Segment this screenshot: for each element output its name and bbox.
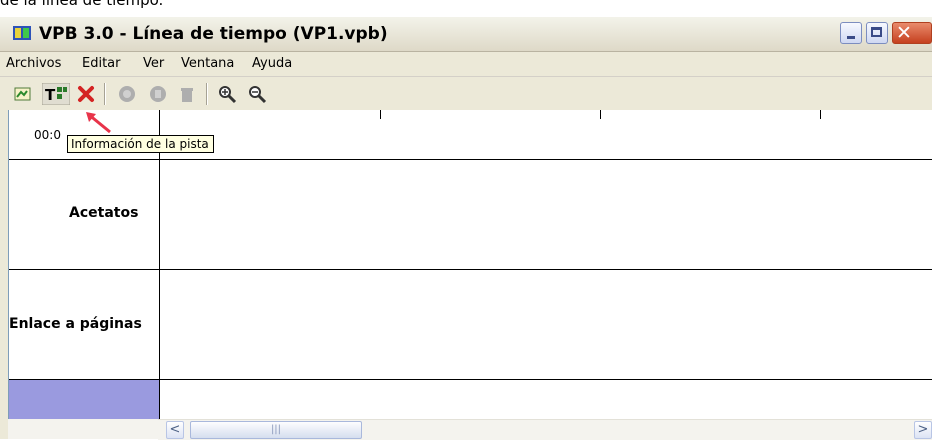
- track-label-enlace[interactable]: Enlace a páginas: [9, 316, 142, 332]
- trash-icon[interactable]: [176, 83, 198, 105]
- close-button[interactable]: ✕: [892, 22, 932, 44]
- ruler-border: [9, 159, 932, 160]
- zoom-in-icon[interactable]: [216, 83, 238, 105]
- menu-ver[interactable]: Ver: [143, 56, 164, 71]
- menu-archivos[interactable]: Archivos: [6, 56, 61, 71]
- scroll-left-button[interactable]: <: [166, 421, 184, 439]
- time-label: 00:0: [34, 128, 61, 142]
- delete-icon[interactable]: [75, 83, 97, 105]
- menu-bar: Archivos Editar Ver Ventana Ayuda: [0, 52, 932, 77]
- ruler-tick: [600, 110, 601, 119]
- scroll-right-button[interactable]: >: [914, 421, 932, 439]
- menu-ventana[interactable]: Ventana: [181, 56, 234, 71]
- caption-fragment: de la línea de tiempo.: [0, 0, 164, 9]
- scroll-corner: [8, 419, 158, 439]
- timeline-area[interactable]: 00:0 Acetatos Enlace a páginas: [8, 110, 932, 419]
- horizontal-scrollbar[interactable]: < ||| >: [158, 419, 932, 440]
- zoom-out-icon[interactable]: [246, 83, 268, 105]
- record-icon[interactable]: [116, 83, 138, 105]
- selected-track[interactable]: [9, 380, 159, 419]
- svg-text:T: T: [45, 86, 56, 104]
- window-title: VPB 3.0 - Línea de tiempo (VP1.vpb): [39, 24, 388, 44]
- maximize-button[interactable]: [866, 22, 888, 44]
- menu-editar[interactable]: Editar: [82, 56, 121, 71]
- open-icon[interactable]: [12, 83, 34, 105]
- toolbar-separator: [206, 83, 208, 105]
- title-bar[interactable]: VPB 3.0 - Línea de tiempo (VP1.vpb) ✕: [0, 17, 932, 52]
- track-separator: [9, 269, 932, 270]
- track-divider: [159, 110, 160, 419]
- track-info-icon[interactable]: T: [42, 83, 70, 105]
- toolbar-separator: [104, 83, 106, 105]
- annotation-arrow: [86, 112, 111, 134]
- track-label-acetatos[interactable]: Acetatos: [69, 205, 138, 221]
- ruler-tick: [380, 110, 381, 119]
- close-icon: ✕: [896, 22, 912, 44]
- ruler-tick: [820, 110, 821, 119]
- maximize-icon: [871, 27, 882, 37]
- menu-ayuda[interactable]: Ayuda: [252, 56, 292, 71]
- minimize-icon: [847, 36, 855, 39]
- toolbar: T: [0, 77, 932, 110]
- app-icon: [13, 26, 31, 40]
- pause-icon[interactable]: [147, 83, 169, 105]
- minimize-button[interactable]: [840, 22, 862, 44]
- scroll-thumb[interactable]: |||: [190, 421, 362, 439]
